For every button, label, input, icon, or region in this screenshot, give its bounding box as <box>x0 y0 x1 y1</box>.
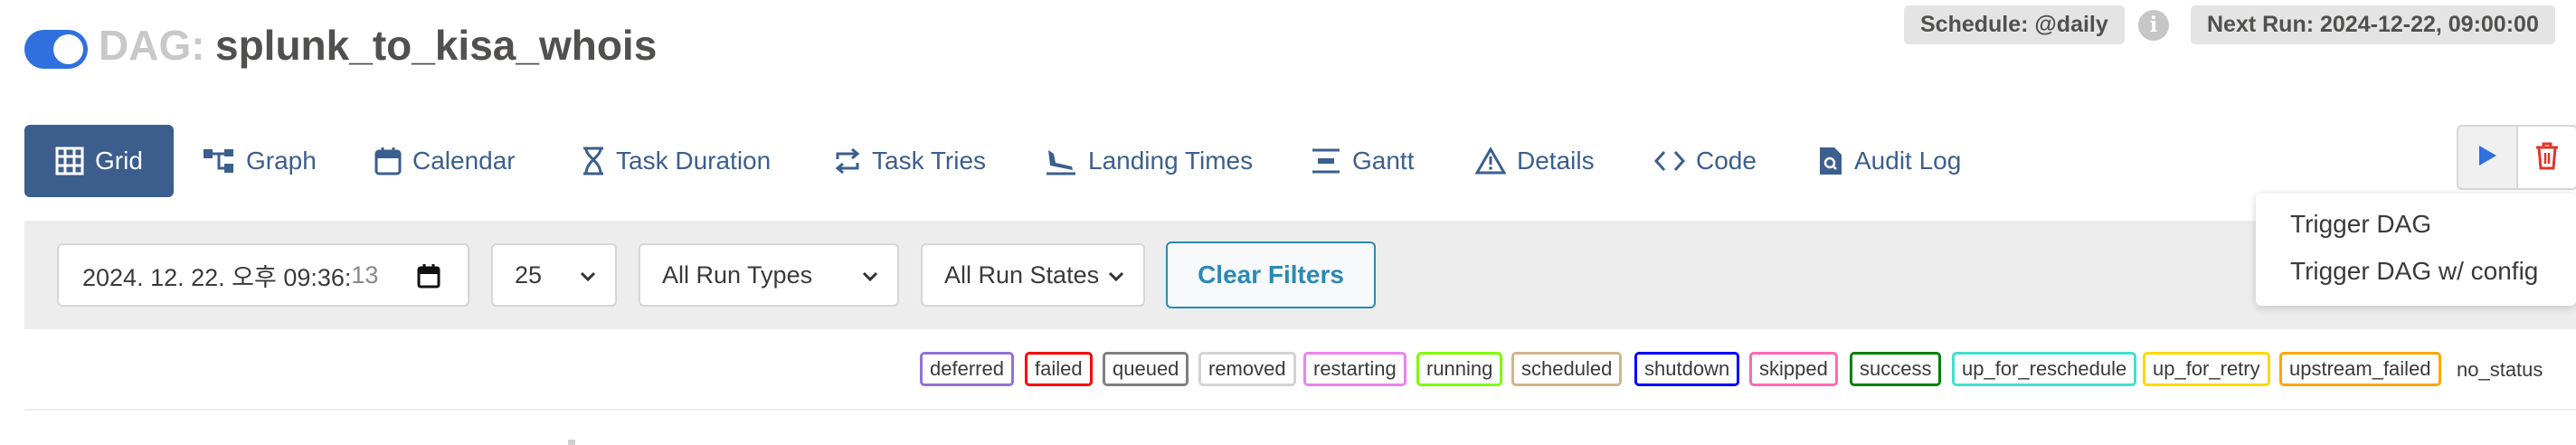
file-search-icon <box>1818 146 1843 176</box>
base-date-input[interactable]: 2024. 12. 22. 오후 09:36: 13 <box>57 243 469 307</box>
info-icon[interactable]: i <box>2138 10 2169 41</box>
tab-code[interactable]: Code <box>1654 125 1757 197</box>
legend-up-for-reschedule[interactable]: up_for_reschedule <box>1952 352 2137 386</box>
tab-label: Gantt <box>1352 147 1415 175</box>
tab-label: Task Duration <box>616 147 772 175</box>
toggle-knob <box>53 34 83 64</box>
datetime-seconds: 13 <box>351 260 379 289</box>
legend-deferred[interactable]: deferred <box>920 352 1014 386</box>
delete-dag-button[interactable] <box>2516 125 2576 190</box>
dag-prefix: DAG: <box>99 22 205 69</box>
graph-icon <box>203 147 235 175</box>
play-icon <box>2477 144 2498 172</box>
tab-landing-times[interactable]: Landing Times <box>1045 125 1253 197</box>
run-states-value: All Run States <box>944 260 1100 289</box>
tab-graph[interactable]: Graph <box>203 125 317 197</box>
legend-queued[interactable]: queued <box>1103 352 1189 386</box>
tab-calendar[interactable]: Calendar <box>374 125 516 197</box>
tab-label: Audit Log <box>1854 147 1962 175</box>
calendar-icon <box>374 147 402 175</box>
tab-label: Grid <box>95 147 143 175</box>
schedule-badge: Schedule: @daily <box>1904 5 2125 44</box>
legend-success[interactable]: success <box>1850 352 1942 386</box>
trigger-dag-button[interactable] <box>2457 125 2518 190</box>
tab-gantt[interactable]: Gantt <box>1311 125 1414 197</box>
calendar-picker-icon[interactable] <box>417 263 440 295</box>
legend-skipped[interactable]: skipped <box>1749 352 1838 386</box>
warning-triangle-icon <box>1475 147 1506 175</box>
run-type-select[interactable]: All Run Types <box>639 243 899 307</box>
trigger-dag-menu: Trigger DAG Trigger DAG w/ config <box>2256 194 2576 306</box>
tab-label: Graph <box>246 147 317 175</box>
run-state-select[interactable]: All Run States <box>921 243 1145 307</box>
chevron-down-icon <box>1107 265 1125 293</box>
num-runs-select[interactable]: 25 <box>491 243 617 307</box>
chevron-down-icon <box>579 265 597 293</box>
legend-up-for-retry[interactable]: up_for_retry <box>2143 352 2270 386</box>
legend-shutdown[interactable]: shutdown <box>1634 352 1740 386</box>
datetime-value: 2024. 12. 22. 오후 09:36: <box>82 263 352 291</box>
tab-label: Code <box>1696 147 1757 175</box>
next-run-badge: Next Run: 2024-12-22, 09:00:00 <box>2191 5 2555 44</box>
num-runs-value: 25 <box>515 260 543 289</box>
legend-restarting[interactable]: restarting <box>1303 352 1406 386</box>
legend-no-status[interactable]: no_status <box>2457 355 2543 384</box>
tab-details[interactable]: Details <box>1475 125 1595 197</box>
run-types-value: All Run Types <box>662 260 813 289</box>
grid-icon <box>55 147 84 175</box>
tab-label: Task Tries <box>872 147 987 175</box>
legend-removed[interactable]: removed <box>1198 352 1296 386</box>
gantt-icon <box>1311 147 1341 175</box>
legend-failed[interactable]: failed <box>1025 352 1093 386</box>
dag-title: splunk_to_kisa_whois <box>215 22 658 69</box>
legend-upstream-failed[interactable]: upstream_failed <box>2279 352 2441 386</box>
legend-scheduled[interactable]: scheduled <box>1511 352 1623 386</box>
retry-icon <box>834 147 861 175</box>
trash-icon <box>2534 141 2560 175</box>
tab-task-tries[interactable]: Task Tries <box>834 125 986 197</box>
section-divider <box>24 409 2576 411</box>
tab-grid[interactable]: Grid <box>24 125 174 197</box>
menu-item-trigger-dag-config[interactable]: Trigger DAG w/ config <box>2290 257 2538 286</box>
grid-start-mark <box>568 440 575 445</box>
plane-landing-icon <box>1045 147 1077 175</box>
tab-label: Calendar <box>412 147 516 175</box>
hourglass-icon <box>582 146 605 176</box>
tab-label: Details <box>1517 147 1595 175</box>
tab-label: Landing Times <box>1088 147 1254 175</box>
code-icon <box>1654 149 1685 173</box>
clear-filters-button[interactable]: Clear Filters <box>1166 241 1376 308</box>
legend-running[interactable]: running <box>1416 352 1503 386</box>
chevron-down-icon <box>861 265 879 293</box>
dag-pause-toggle[interactable] <box>24 30 88 69</box>
tab-audit-log[interactable]: Audit Log <box>1818 125 1961 197</box>
tab-task-duration[interactable]: Task Duration <box>582 125 771 197</box>
menu-item-trigger-dag[interactable]: Trigger DAG <box>2290 210 2431 239</box>
